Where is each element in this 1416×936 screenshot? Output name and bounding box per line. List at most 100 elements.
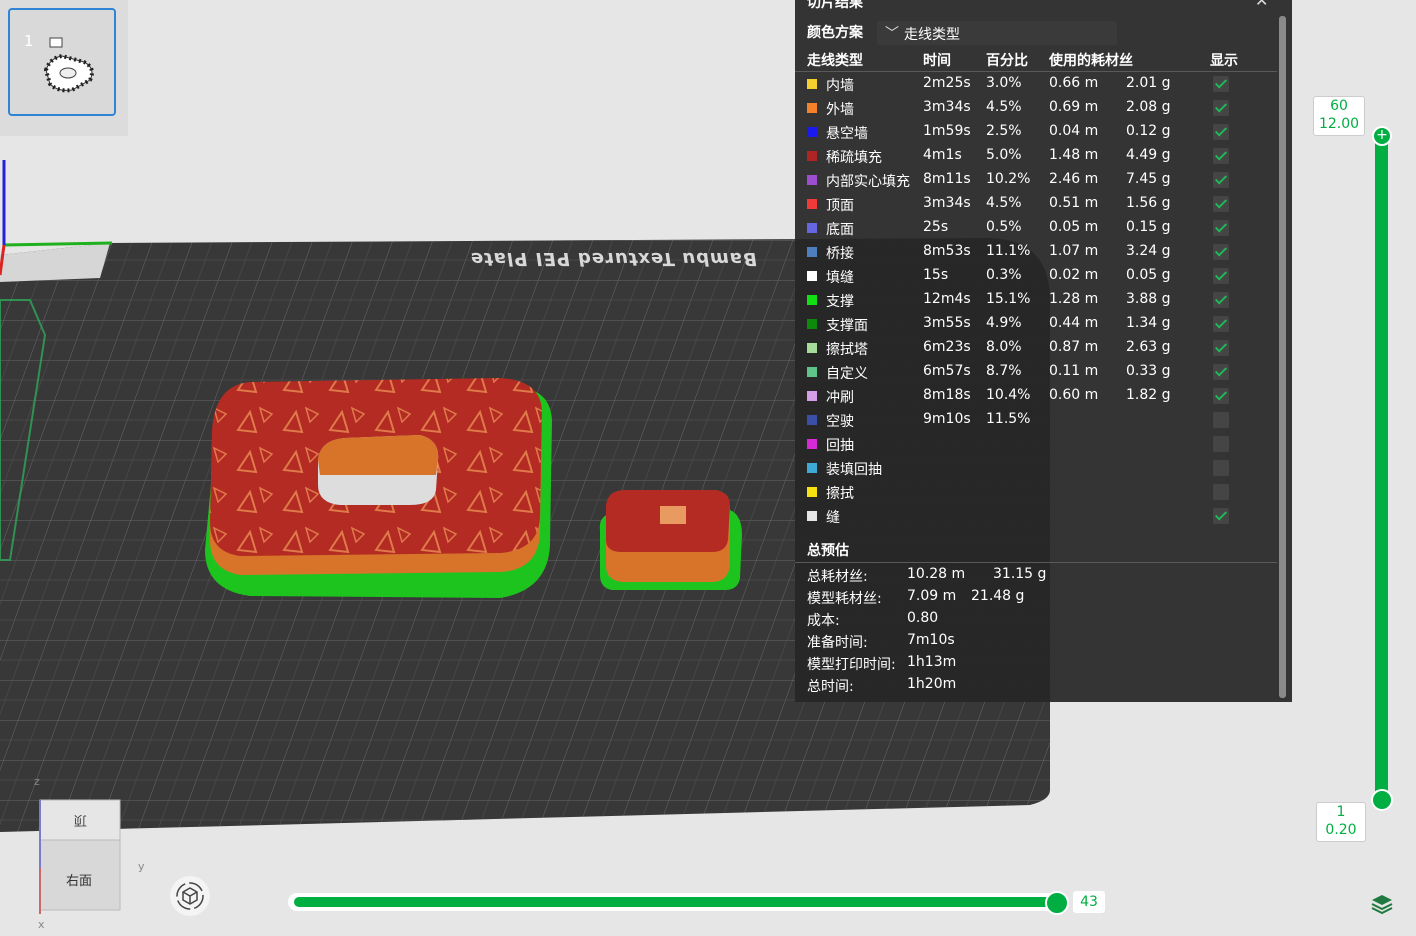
line-type-row: 桥接 8m53s 11.1% 1.07 m 3.24 g: [795, 240, 1277, 264]
line-type-percent: 8.0%: [986, 339, 1022, 355]
visibility-checkbox[interactable]: [1213, 436, 1229, 452]
estimate-weight: 31.15 g: [993, 566, 1047, 582]
visibility-checkbox[interactable]: [1213, 76, 1229, 92]
estimate-value: 1h20m: [907, 676, 957, 692]
line-type-length: 0.11 m: [1049, 363, 1099, 379]
estimate-value: 7m10s: [907, 632, 955, 648]
model-large: [205, 378, 552, 598]
move-slider-value: 43: [1073, 891, 1105, 913]
reset-view-button[interactable]: [170, 876, 210, 916]
line-type-time: 9m10s: [923, 411, 971, 427]
color-swatch: [807, 391, 817, 401]
line-type-length: 0.69 m: [1049, 99, 1099, 115]
color-swatch: [807, 415, 817, 425]
line-type-percent: 0.5%: [986, 219, 1022, 235]
panel-scrollbar[interactable]: [1279, 16, 1286, 698]
top-layer-height: 12.00: [1318, 116, 1360, 132]
line-type-row: 支撑 12m4s 15.1% 1.28 m 3.88 g: [795, 288, 1277, 312]
layer-slider-bottom-handle[interactable]: [1371, 789, 1393, 811]
line-type-row: 自定义 6m57s 8.7% 0.11 m 0.33 g: [795, 360, 1277, 384]
line-type-time: 2m25s: [923, 75, 971, 91]
estimate-label: 模型打印时间:: [807, 657, 896, 673]
color-scheme-select[interactable]: ﹀ 走线类型: [877, 21, 1117, 45]
line-type-name: 自定义: [826, 366, 868, 382]
visibility-checkbox[interactable]: [1213, 484, 1229, 500]
visibility-checkbox[interactable]: [1213, 220, 1229, 236]
visibility-checkbox[interactable]: [1213, 244, 1229, 260]
line-type-name: 内墙: [826, 78, 854, 94]
visibility-checkbox[interactable]: [1213, 292, 1229, 308]
header-percent: 百分比: [986, 53, 1028, 69]
line-type-time: 12m4s: [923, 291, 971, 307]
line-type-length: 0.60 m: [1049, 387, 1099, 403]
line-type-row: 内部实心填充 8m11s 10.2% 2.46 m 7.45 g: [795, 168, 1277, 192]
line-type-percent: 11.5%: [986, 411, 1031, 427]
slice-result-panel: 切片结果 ✕ 颜色方案 ﹀ 走线类型 走线类型 时间 百分比 使用的耗材丝 显示…: [795, 0, 1292, 702]
line-type-name: 稀疏填充: [826, 150, 882, 166]
line-type-percent: 2.5%: [986, 123, 1022, 139]
layer-slider-top-label: 60 12.00: [1313, 96, 1365, 136]
line-type-percent: 10.4%: [986, 387, 1031, 403]
color-swatch: [807, 271, 817, 281]
layer-slider-track[interactable]: [1375, 136, 1388, 800]
top-layer-number: 60: [1330, 98, 1348, 114]
line-type-time: 4m1s: [923, 147, 962, 163]
color-swatch: [807, 127, 817, 137]
line-type-name: 悬空墙: [826, 126, 868, 142]
color-swatch: [807, 247, 817, 257]
layer-slider-top-handle[interactable]: +: [1372, 126, 1392, 146]
plate-preview-icon: [43, 37, 94, 93]
visibility-checkbox[interactable]: [1213, 100, 1229, 116]
line-type-weight: 2.08 g: [1126, 99, 1171, 115]
estimate-label: 模型耗材丝:: [807, 591, 882, 607]
color-swatch: [807, 295, 817, 305]
color-swatch: [807, 367, 817, 377]
visibility-checkbox[interactable]: [1213, 364, 1229, 380]
line-type-length: 0.51 m: [1049, 195, 1099, 211]
line-type-time: 3m34s: [923, 195, 971, 211]
header-filament: 使用的耗材丝: [1049, 53, 1133, 69]
line-type-row: 底面 25s 0.5% 0.05 m 0.15 g: [795, 216, 1277, 240]
color-scheme-value: 走线类型: [904, 27, 960, 43]
line-type-weight: 0.15 g: [1126, 219, 1171, 235]
line-type-name: 支撑: [826, 294, 854, 310]
line-type-percent: 15.1%: [986, 291, 1031, 307]
line-type-percent: 5.0%: [986, 147, 1022, 163]
visibility-checkbox[interactable]: [1213, 412, 1229, 428]
visibility-checkbox[interactable]: [1213, 508, 1229, 524]
line-type-length: 0.05 m: [1049, 219, 1099, 235]
estimate-label: 总耗材丝:: [807, 569, 868, 585]
visibility-checkbox[interactable]: [1213, 148, 1229, 164]
line-type-row: 内墙 2m25s 3.0% 0.66 m 2.01 g: [795, 72, 1277, 96]
line-type-weight: 2.01 g: [1126, 75, 1171, 91]
visibility-checkbox[interactable]: [1213, 340, 1229, 356]
line-type-time: 3m34s: [923, 99, 971, 115]
line-type-percent: 11.1%: [986, 243, 1031, 259]
layers-button[interactable]: [1370, 892, 1394, 916]
line-type-name: 支撑面: [826, 318, 868, 334]
line-type-name: 空驶: [826, 414, 854, 430]
line-type-length: 0.44 m: [1049, 315, 1099, 331]
view-cube-front-face[interactable]: 右面: [66, 870, 92, 889]
line-type-time: 15s: [923, 267, 949, 283]
move-slider-fill: [294, 897, 1056, 907]
color-swatch: [807, 487, 817, 497]
visibility-checkbox[interactable]: [1213, 388, 1229, 404]
visibility-checkbox[interactable]: [1213, 196, 1229, 212]
line-type-row: 填缝 15s 0.3% 0.02 m 0.05 g: [795, 264, 1277, 288]
bottom-layer-height: 0.20: [1325, 822, 1357, 838]
move-slider-handle[interactable]: [1045, 891, 1069, 915]
visibility-checkbox[interactable]: [1213, 316, 1229, 332]
line-type-name: 填缝: [826, 270, 854, 286]
visibility-checkbox[interactable]: [1213, 172, 1229, 188]
line-type-weight: 0.12 g: [1126, 123, 1171, 139]
plate-thumbnail[interactable]: 1: [8, 8, 116, 116]
view-cube-top-face[interactable]: 顶: [74, 812, 87, 831]
close-icon[interactable]: ✕: [1255, 0, 1268, 10]
visibility-checkbox[interactable]: [1213, 268, 1229, 284]
line-type-percent: 3.0%: [986, 75, 1022, 91]
visibility-checkbox[interactable]: [1213, 460, 1229, 476]
color-scheme-label: 颜色方案: [807, 25, 863, 41]
visibility-checkbox[interactable]: [1213, 124, 1229, 140]
estimate-weight: 21.48 g: [971, 588, 1025, 604]
